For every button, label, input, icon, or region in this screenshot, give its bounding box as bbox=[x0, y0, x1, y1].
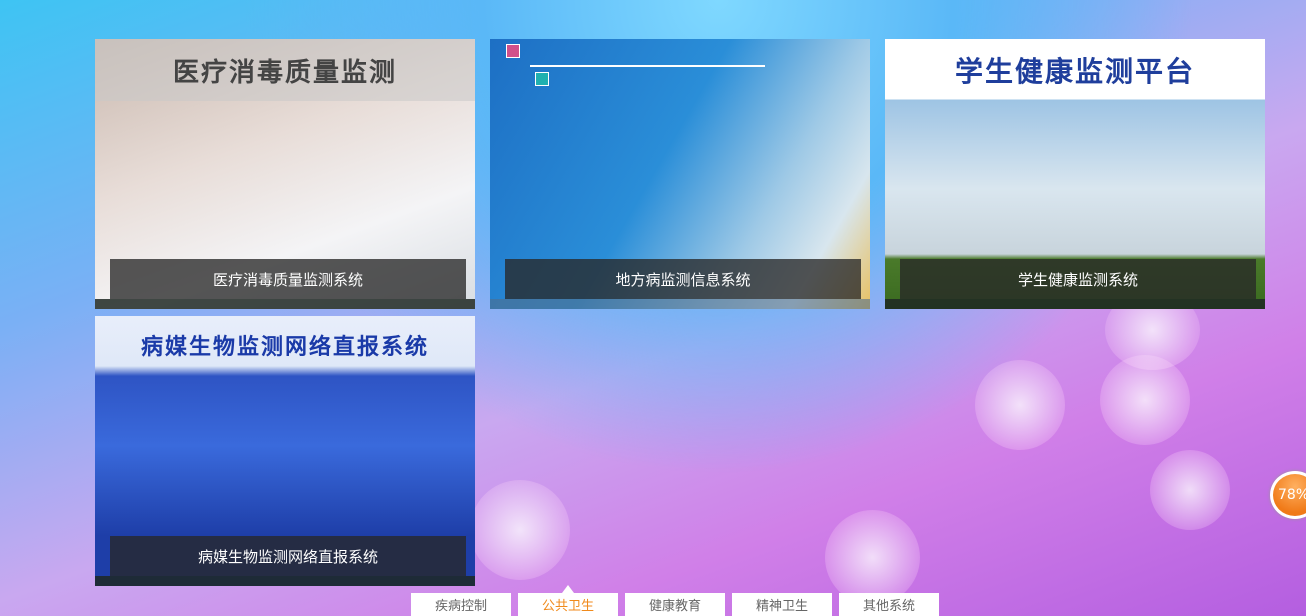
card-caption: 地方病监测信息系统 bbox=[505, 259, 861, 299]
card-strip bbox=[885, 299, 1265, 309]
image-headline: 学生健康监测平台 bbox=[954, 55, 1195, 88]
card-caption: 学生健康监测系统 bbox=[900, 259, 1256, 299]
tab-other-systems[interactable]: 其他系统 bbox=[839, 593, 939, 616]
card-caption: 病媒生物监测网络直报系统 bbox=[110, 536, 466, 576]
bokeh-light bbox=[975, 360, 1065, 450]
system-card-endemic[interactable]: 地方病监测信息系统 bbox=[490, 39, 870, 309]
arrow-line bbox=[530, 65, 765, 67]
image-headline: 医疗消毒质量监测 bbox=[95, 39, 475, 101]
tab-disease-control[interactable]: 疾病控制 bbox=[411, 593, 511, 616]
card-strip bbox=[95, 576, 475, 586]
card-caption: 医疗消毒质量监测系统 bbox=[110, 259, 466, 299]
pink-square-icon bbox=[506, 44, 520, 58]
image-headline: 病媒生物监测网络直报系统 bbox=[140, 335, 429, 360]
system-card-disinfection[interactable]: 医疗消毒质量监测 医疗消毒质量监测系统 bbox=[95, 39, 475, 309]
card-strip bbox=[490, 299, 870, 309]
tab-mental-health[interactable]: 精神卫生 bbox=[732, 593, 832, 616]
bokeh-light bbox=[1150, 450, 1230, 530]
tab-public-health[interactable]: 公共卫生 bbox=[518, 585, 618, 616]
system-card-student-health[interactable]: 学生健康监测平台 学生健康监测系统 bbox=[885, 39, 1265, 309]
teal-square-icon bbox=[535, 72, 549, 86]
category-tabs: 疾病控制 公共卫生 健康教育 精神卫生 其他系统 bbox=[411, 585, 939, 616]
bokeh-light bbox=[470, 480, 570, 580]
card-strip bbox=[95, 299, 475, 309]
progress-badge[interactable]: 78% bbox=[1270, 471, 1306, 519]
tab-health-education[interactable]: 健康教育 bbox=[625, 593, 725, 616]
bokeh-light bbox=[825, 510, 920, 605]
system-card-vector[interactable]: 病媒生物监测网络直报系统 病媒生物监测网络直报系统 bbox=[95, 316, 475, 586]
